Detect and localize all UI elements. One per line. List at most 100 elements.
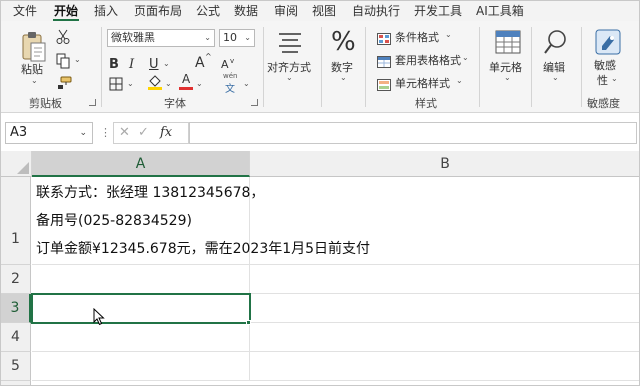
tab-data[interactable]: 数据 xyxy=(234,3,258,19)
table-format-button[interactable]: 套用表格格式 xyxy=(395,52,461,68)
cancel-icon[interactable]: ✕ xyxy=(119,125,130,140)
tab-automate[interactable]: 自动执行 xyxy=(352,3,400,19)
borders-icon[interactable] xyxy=(109,76,123,95)
cell-b4[interactable] xyxy=(250,323,639,352)
sensitivity-icon[interactable] xyxy=(595,29,621,59)
decrease-font-caret-icon: v xyxy=(230,57,235,65)
row-header-1[interactable]: 1 xyxy=(1,177,31,265)
font-color-letter: A xyxy=(182,72,191,86)
font-launcher-icon[interactable] xyxy=(251,99,258,106)
tab-developer[interactable]: 开发工具 xyxy=(414,3,462,19)
active-cell-selection xyxy=(31,293,251,324)
alignment-icon[interactable] xyxy=(277,31,303,57)
formula-buttons: ✕ ✓ fx xyxy=(113,122,189,144)
column-header-a[interactable]: A xyxy=(32,151,250,177)
name-box-dropdown-icon[interactable]: ⌄ xyxy=(79,123,87,143)
cell-a5[interactable] xyxy=(32,352,250,381)
row-header-6[interactable] xyxy=(1,381,31,385)
tab-ai-toolbox[interactable]: AI工具箱 xyxy=(476,3,524,19)
group-separator xyxy=(531,27,532,107)
phonetic-guide-icon[interactable]: 文 xyxy=(225,80,235,95)
formula-input[interactable] xyxy=(189,122,637,144)
cell-a4[interactable] xyxy=(32,323,250,352)
paste-button[interactable]: 粘贴 xyxy=(21,61,43,77)
group-separator xyxy=(321,27,322,107)
cell-styles-button[interactable]: 单元格样式 xyxy=(395,75,450,91)
cut-icon[interactable] xyxy=(56,29,70,49)
copy-icon[interactable] xyxy=(56,53,70,73)
mouse-cursor-icon xyxy=(93,307,105,330)
number-format-icon[interactable]: % xyxy=(331,27,356,57)
spreadsheet-grid[interactable]: A B 1 联系方式：张经理 13812345678， 备用号(025-8283… xyxy=(1,151,639,385)
font-name-value: 微软雅黑 xyxy=(111,31,155,44)
font-size-select[interactable]: 10 ⌄ xyxy=(219,29,255,47)
tab-review[interactable]: 审阅 xyxy=(274,3,298,19)
cell-b5[interactable] xyxy=(250,352,639,381)
tab-page-layout[interactable]: 页面布局 xyxy=(134,3,182,19)
borders-dropdown-icon[interactable]: ⌄ xyxy=(127,79,134,88)
phonetic-pinyin-label: wén xyxy=(223,72,238,80)
cells-icon[interactable] xyxy=(495,30,521,58)
clipboard-launcher-icon[interactable] xyxy=(89,99,96,106)
enter-icon[interactable]: ✓ xyxy=(138,125,149,140)
format-painter-icon[interactable] xyxy=(56,75,72,94)
cell-a1-line2: 备用号(025-82834529) xyxy=(36,213,192,229)
alignment-dropdown-icon[interactable]: ⌄ xyxy=(286,73,293,82)
group-separator xyxy=(365,27,366,107)
tab-insert[interactable]: 插入 xyxy=(94,3,118,19)
sensitivity-button[interactable]: 敏感 xyxy=(594,57,616,73)
font-size-dropdown-icon: ⌄ xyxy=(244,33,251,42)
table-format-dropdown-icon[interactable]: ⌄ xyxy=(462,53,469,62)
group-label-font: 字体 xyxy=(164,97,186,110)
group-separator xyxy=(101,27,102,107)
column-header-b[interactable]: B xyxy=(250,151,639,177)
cell-styles-dropdown-icon[interactable]: ⌄ xyxy=(456,76,463,85)
insert-function-button[interactable]: fx xyxy=(160,125,172,140)
underline-dropdown-icon[interactable]: ⌄ xyxy=(163,59,170,68)
menu-bar: 文件 开始 插入 页面布局 公式 数据 审阅 视图 自动执行 开发工具 AI工具… xyxy=(1,1,639,21)
table-format-icon[interactable] xyxy=(377,53,391,72)
cell-a2[interactable] xyxy=(32,265,250,294)
underline-button[interactable]: U xyxy=(149,57,159,72)
editing-dropdown-icon[interactable]: ⌄ xyxy=(552,73,559,82)
cell-styles-icon[interactable] xyxy=(377,76,391,95)
fill-color-dropdown-icon[interactable]: ⌄ xyxy=(165,79,172,88)
tab-home[interactable]: 开始 xyxy=(54,3,78,19)
row-header-3[interactable]: 3 xyxy=(1,294,31,323)
font-name-select[interactable]: 微软雅黑 ⌄ xyxy=(107,29,215,47)
row-header-5[interactable]: 5 xyxy=(1,352,31,381)
copy-dropdown-icon[interactable]: ⌄ xyxy=(74,55,81,64)
fill-color-icon[interactable] xyxy=(147,73,163,95)
conditional-format-icon[interactable] xyxy=(377,30,391,49)
group-label-clipboard: 剪贴板 xyxy=(29,97,62,110)
number-dropdown-icon[interactable]: ⌄ xyxy=(340,73,347,82)
italic-button[interactable]: I xyxy=(129,57,134,72)
excel-window: 文件 开始 插入 页面布局 公式 数据 审阅 视图 自动执行 开发工具 AI工具… xyxy=(0,0,640,386)
conditional-format-button[interactable]: 条件格式 xyxy=(395,29,439,45)
sensitivity-button-line2: 性 xyxy=(597,74,608,87)
paste-dropdown-icon[interactable]: ⌄ xyxy=(31,76,38,85)
tab-file[interactable]: 文件 xyxy=(13,3,37,19)
search-icon[interactable] xyxy=(543,29,567,59)
bold-button[interactable]: B xyxy=(109,57,119,72)
cell-b2[interactable] xyxy=(250,265,639,294)
row-header-4[interactable]: 4 xyxy=(1,323,31,352)
font-color-dropdown-icon[interactable]: ⌄ xyxy=(196,79,203,88)
increase-font-button[interactable]: A xyxy=(195,55,205,71)
cell-a1-line3: 订单金额¥12345.678元，需在2023年1月5日前支付 xyxy=(36,241,371,257)
tab-view[interactable]: 视图 xyxy=(312,3,336,19)
row-header-2[interactable]: 2 xyxy=(1,265,31,294)
font-size-value: 10 xyxy=(223,31,237,44)
phonetic-dropdown-icon[interactable]: ⌄ xyxy=(243,79,250,88)
cells-dropdown-icon[interactable]: ⌄ xyxy=(504,73,511,82)
more-options-icon[interactable]: ⋮ xyxy=(100,126,111,140)
increase-font-caret-icon: ^ xyxy=(205,52,212,61)
conditional-format-dropdown-icon[interactable]: ⌄ xyxy=(445,30,452,39)
fill-handle[interactable] xyxy=(246,320,251,325)
sensitivity-dropdown-icon[interactable]: ⌄ xyxy=(611,74,618,83)
tab-formulas[interactable]: 公式 xyxy=(196,3,220,19)
select-all-corner[interactable] xyxy=(1,151,32,177)
cell-b3[interactable] xyxy=(250,294,639,323)
name-box[interactable]: A3 ⌄ xyxy=(5,122,93,144)
decrease-font-button[interactable]: A xyxy=(221,58,229,71)
